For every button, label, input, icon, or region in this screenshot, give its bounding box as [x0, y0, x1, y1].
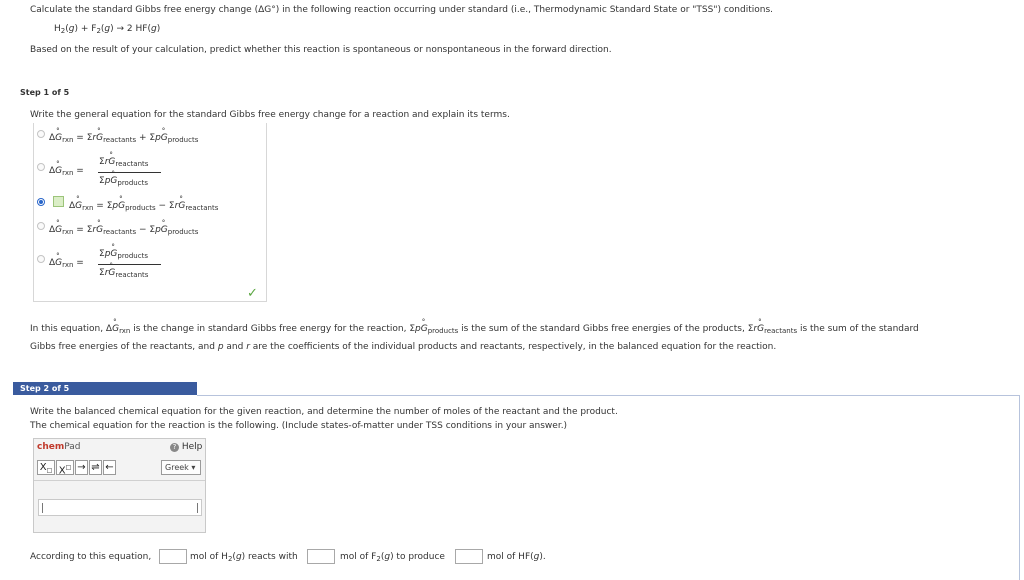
step1-instruction: Write the general equation for the stand…	[30, 110, 510, 120]
chempad: chemPad ? Help X□ X□ → ⇌ ← Greek ▾	[33, 438, 206, 533]
option-4-equation: ΔGrxn = ΣrGreactants − ΣpGproducts	[49, 225, 198, 236]
option-5-denominator: ΣrGreactants	[99, 268, 148, 279]
mol-h2-input[interactable]	[159, 549, 187, 564]
mol-f2-input[interactable]	[307, 549, 335, 564]
option-3-radio[interactable]	[37, 198, 45, 206]
option-2-denominator: ΣpGproducts	[99, 176, 148, 187]
correct-check-icon: ✓	[247, 286, 258, 301]
step1-explanation-line2: Gibbs free energies of the reactants, an…	[30, 342, 777, 352]
answer-prefix: According to this equation,	[30, 552, 152, 562]
option-2-radio[interactable]	[37, 163, 45, 171]
option-2-numerator: ΣrGreactants	[99, 157, 148, 168]
option-3-equation: ΔGrxn = ΣpGproducts − ΣrGreactants	[69, 201, 218, 212]
step2-instruction: Write the balanced chemical equation for…	[30, 407, 618, 417]
option-1-radio[interactable]	[37, 130, 45, 138]
help-link[interactable]: ? Help	[170, 442, 202, 452]
chempad-input[interactable]	[38, 499, 202, 516]
answer-part3: mol of HF(g).	[487, 552, 546, 562]
chempad-title: chemPad	[37, 442, 81, 452]
option-1-equation: ΔGrxn = ΣrGreactants + ΣpGproducts	[49, 133, 198, 144]
right-arrow-button[interactable]: →	[75, 460, 88, 475]
equilibrium-arrow-button[interactable]: ⇌	[89, 460, 102, 475]
question-follow-up: Based on the result of your calculation,…	[30, 45, 612, 55]
caret-down-icon: ▾	[191, 463, 196, 472]
question-prompt: Calculate the standard Gibbs free energy…	[30, 5, 774, 15]
left-arrow-button[interactable]: ←	[103, 460, 116, 475]
step1-explanation-line1: In this equation, ΔGrxn is the change in…	[30, 324, 919, 335]
step1-label: Step 1 of 5	[20, 88, 70, 97]
step2-label: Step 2 of 5	[13, 382, 197, 395]
reaction-equation: H2(g) + F2(g) → 2 HF(g)	[54, 24, 161, 35]
subscript-button[interactable]: X□	[37, 460, 55, 475]
answer-part2: mol of F2(g) to produce	[340, 552, 445, 563]
option-2-fraction-bar	[98, 172, 161, 173]
step2-equation-line: The chemical equation for the reaction i…	[30, 421, 568, 431]
chempad-divider	[34, 480, 205, 481]
option-5-lhs: ΔGrxn =	[49, 258, 84, 269]
mol-hf-input[interactable]	[455, 549, 483, 564]
pencil-icon	[53, 196, 64, 207]
option-4-radio[interactable]	[37, 222, 45, 230]
answer-part1: mol of H2(g) reacts with	[190, 552, 298, 563]
help-icon: ?	[170, 443, 179, 452]
step1-options-box	[33, 123, 267, 302]
greek-dropdown[interactable]: Greek ▾	[161, 460, 201, 475]
option-5-fraction-bar	[98, 264, 161, 265]
option-5-numerator: ΣpGproducts	[99, 249, 148, 260]
option-5-radio[interactable]	[37, 255, 45, 263]
superscript-button[interactable]: X□	[56, 460, 74, 476]
option-2-lhs: ΔGrxn =	[49, 166, 84, 177]
